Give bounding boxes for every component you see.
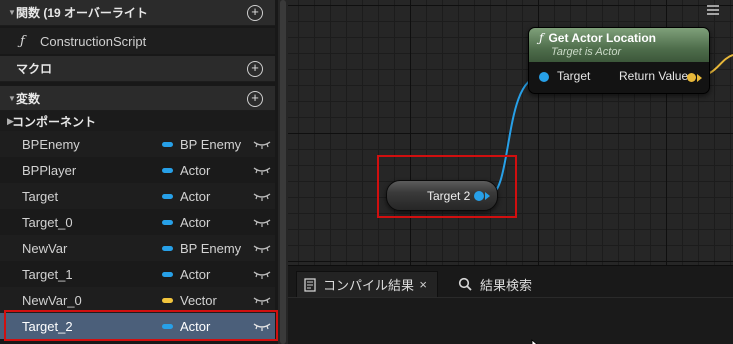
construction-script-item[interactable]: ƒ ConstructionScript	[0, 28, 275, 54]
node-title: Get Actor Location	[548, 31, 657, 45]
variable-row[interactable]: NewVar BP Enemy	[0, 235, 275, 261]
variable-type[interactable]: Actor	[180, 215, 210, 230]
tab-find-results[interactable]: 結果検索	[458, 271, 532, 297]
macros-section-label: マクロ	[16, 62, 53, 76]
variable-type-pin-icon	[162, 298, 173, 303]
variable-type-pin-icon	[162, 220, 173, 225]
expand-arrow-icon[interactable]: ▶	[0, 116, 14, 127]
event-graph-canvas[interactable]: ƒ Get Actor Location Target is Actor Targ…	[288, 0, 733, 265]
return-value-pin-label: Return Value	[619, 69, 689, 83]
variable-type[interactable]: BP Enemy	[180, 137, 241, 152]
bottom-dock: コンパイル結果 × 結果検索	[288, 265, 733, 344]
eye-closed-icon[interactable]	[253, 243, 271, 253]
variables-section-header[interactable]: ▼ 変数 +	[0, 86, 275, 111]
add-function-button[interactable]: +	[247, 5, 263, 21]
function-icon: ƒ	[539, 31, 544, 45]
variable-type[interactable]: Actor	[180, 163, 210, 178]
return-value-output-pin[interactable]	[687, 73, 696, 82]
document-icon	[304, 277, 316, 292]
functions-section-header[interactable]: ▼ 関数 (19 オーバーライト +	[0, 0, 275, 26]
variable-row[interactable]: BPEnemy BP Enemy	[0, 131, 275, 157]
pin-arrow-icon	[697, 74, 702, 82]
collapse-arrow-icon[interactable]: ▼	[0, 94, 16, 103]
eye-closed-icon[interactable]	[253, 269, 271, 279]
node-header: ƒ Get Actor Location Target is Actor	[529, 28, 709, 62]
variable-name: NewVar_0	[22, 292, 82, 308]
eye-closed-icon[interactable]	[253, 139, 271, 149]
eye-closed-icon[interactable]	[253, 191, 271, 201]
function-icon: ƒ	[20, 33, 25, 49]
variable-type[interactable]: Actor	[180, 189, 210, 204]
construction-script-label: ConstructionScript	[40, 33, 147, 49]
eye-closed-icon[interactable]	[253, 217, 271, 227]
target-pin-label: Target	[557, 69, 591, 83]
results-area	[288, 297, 733, 344]
highlight-box-variable	[4, 310, 278, 341]
variable-type-pin-icon	[162, 142, 173, 147]
variable-name: BPEnemy	[22, 136, 80, 152]
mouse-cursor-icon	[531, 339, 538, 344]
eye-closed-icon[interactable]	[253, 165, 271, 175]
variable-type-pin-icon	[162, 168, 173, 173]
variable-name: BPPlayer	[22, 162, 77, 178]
macros-section-header[interactable]: マクロ +	[0, 56, 275, 82]
components-category[interactable]: ▶ コンポーネント	[0, 111, 275, 131]
tab-compile-results[interactable]: コンパイル結果 ×	[296, 271, 438, 297]
functions-section-label: 関数 (19 オーバーライト	[16, 6, 148, 20]
variable-type-pin-icon	[162, 194, 173, 199]
target-input-pin[interactable]	[539, 72, 549, 82]
panel-scrollbar-thumb[interactable]	[280, 0, 286, 344]
search-tab-label: 結果検索	[480, 277, 533, 293]
variable-row[interactable]: Target_0 Actor	[0, 209, 275, 235]
search-icon	[458, 277, 472, 291]
variable-type-pin-icon	[162, 246, 173, 251]
variable-name: NewVar	[22, 240, 68, 256]
eye-closed-icon[interactable]	[253, 295, 271, 305]
variable-name: Target_1	[22, 266, 73, 282]
variable-type[interactable]: Actor	[180, 267, 210, 282]
variable-type-pin-icon	[162, 272, 173, 277]
variable-name: Target_0	[22, 214, 73, 230]
variable-row[interactable]: BPPlayer Actor	[0, 157, 275, 183]
components-category-label: コンポーネント	[12, 114, 97, 129]
variable-row[interactable]: Target Actor	[0, 183, 275, 209]
highlight-box-node	[377, 155, 517, 218]
variable-list: BPEnemy BP Enemy BPPlayer Actor Target A…	[0, 131, 275, 339]
compile-tab-label: コンパイル結果	[323, 278, 415, 293]
my-blueprint-panel: ▼ 関数 (19 オーバーライト + ƒ ConstructionScript …	[0, 0, 278, 344]
get-actor-location-node[interactable]: ƒ Get Actor Location Target is Actor Targ…	[528, 27, 710, 94]
add-macro-button[interactable]: +	[247, 61, 263, 77]
variable-row[interactable]: Target_1 Actor	[0, 261, 275, 287]
variables-section-label: 変数	[16, 91, 41, 106]
collapse-arrow-icon[interactable]: ▼	[0, 8, 16, 17]
variable-type[interactable]: Vector	[180, 293, 217, 308]
variable-name: Target	[22, 188, 59, 204]
node-subtitle: Target is Actor	[551, 46, 622, 58]
add-variable-button[interactable]: +	[247, 91, 263, 107]
close-tab-icon[interactable]: ×	[419, 277, 427, 292]
variable-type[interactable]: BP Enemy	[180, 241, 241, 256]
graph-options-icon[interactable]	[706, 4, 720, 16]
